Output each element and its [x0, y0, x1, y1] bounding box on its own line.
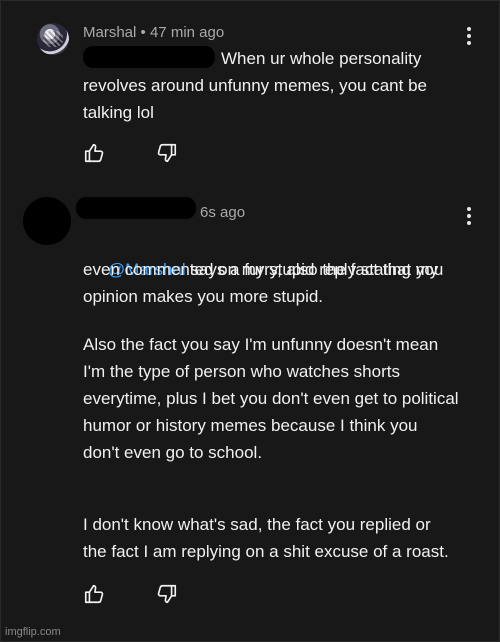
comment-text-line: revolves around unfunny memes, you cant …	[83, 76, 427, 95]
more-icon[interactable]	[466, 26, 472, 46]
comment-text-line: talking lol	[83, 103, 154, 122]
comment-text-line: I'm the type of person who watches short…	[83, 362, 400, 381]
comment-text-line: everytime, plus I bet you don't even get…	[83, 389, 459, 408]
comment-text-line: opinion makes you more stupid.	[83, 287, 324, 306]
comment-meta: Marshal • 47 min ago	[83, 24, 224, 41]
comment-text-line: I don't know what's sad, the fact you re…	[83, 515, 431, 534]
comment-meta: 6s ago	[200, 204, 245, 221]
avatar[interactable]	[37, 23, 69, 55]
comment-time[interactable]: 6s ago	[200, 204, 245, 221]
more-icon[interactable]	[466, 206, 472, 226]
thumbs-down-icon[interactable]	[156, 142, 178, 164]
thumbs-up-icon[interactable]	[83, 142, 105, 164]
comment-text-line: even commented on my stupid reply statin…	[83, 260, 439, 279]
author-name[interactable]: Marshal	[83, 24, 136, 41]
avatar[interactable]	[23, 197, 71, 245]
watermark: imgflip.com	[5, 626, 61, 638]
comment-text-line: don't even go to school.	[83, 443, 263, 462]
comment-thread: Marshal • 47 min ago When ur whole perso…	[0, 0, 500, 642]
meta-separator: •	[140, 24, 146, 41]
comment-text-line: Also the fact you say I'm unfunny doesn'…	[83, 335, 439, 354]
thumbs-up-icon[interactable]	[83, 583, 105, 605]
comment-time[interactable]: 47 min ago	[150, 24, 224, 41]
comment-text-line: When ur whole personality	[221, 49, 422, 68]
thumbs-down-icon[interactable]	[156, 583, 178, 605]
redacted-name	[83, 46, 215, 68]
redacted-name	[76, 197, 196, 219]
comment-text-line: the fact I am replying on a shit excuse …	[83, 542, 449, 561]
comment-text-line: humor or history memes because I think y…	[83, 416, 418, 435]
